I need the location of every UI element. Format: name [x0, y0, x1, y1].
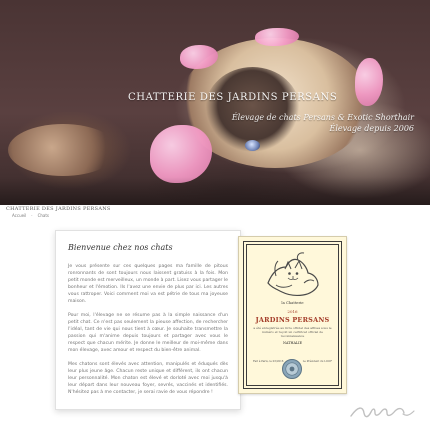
paragraph-2: Pour moi, l'élevage ne se résume pas à l…	[68, 313, 228, 353]
welcome-title: Bienvenue chez nos chats	[68, 243, 173, 252]
welcome-text: Je vous présente sur ces quelques pages …	[68, 263, 228, 396]
hero-banner: CHATTERIE DES JARDINS PERSANS Élevage de…	[0, 0, 430, 205]
cat-eye	[245, 140, 260, 151]
nav-item-home[interactable]: Accueil	[11, 213, 27, 218]
signature-icon	[350, 407, 415, 418]
tagline-line-2: Élevage depuis 2006	[329, 124, 414, 133]
cat-illustration-icon	[266, 252, 319, 296]
seal-icon	[282, 359, 302, 379]
certificate-year: 2016	[287, 309, 298, 314]
certificate-recipient: NATHALIE	[283, 340, 302, 345]
certificate-content: la Chatterie 2016 JARDINS PERSANS a été …	[251, 249, 334, 381]
certificate-body: a été enregistrée au livre officiel des …	[253, 326, 332, 339]
certificate: la Chatterie 2016 JARDINS PERSANS a été …	[238, 236, 347, 394]
cat-paw	[8, 124, 118, 176]
paragraph-3: Mes chatons sont élevés avec attention, …	[68, 362, 228, 395]
breadcrumb: Accueil · Chats	[11, 213, 50, 218]
nav-item-cats[interactable]: Chats	[37, 213, 50, 218]
hero-tagline: Élevage de chats Persans & Exotic Shorth…	[134, 112, 414, 134]
paragraph-1: Je vous présente sur ces quelques pages …	[68, 264, 228, 304]
tagline-line-1: Élevage de chats Persans & Exotic Shorth…	[231, 113, 414, 122]
hero-shadow	[0, 177, 430, 205]
certificate-line-1: la Chatterie	[281, 301, 304, 305]
site-title-small: CHATTERIE DES JARDINS PERSANS	[6, 206, 111, 212]
certificate-footer-left: Fait à Paris, le 03/2016	[253, 360, 284, 363]
certificate-name: JARDINS PERSANS	[255, 316, 330, 324]
page: CHATTERIE DES JARDINS PERSANS Élevage de…	[0, 0, 430, 430]
certificate-footer-right: Le Président du LOOF	[302, 360, 332, 363]
hero-title: CHATTERIE DES JARDINS PERSANS	[128, 92, 338, 103]
welcome-card: Bienvenue chez nos chats Je vous présent…	[55, 230, 241, 410]
nav-separator: ·	[31, 213, 33, 218]
